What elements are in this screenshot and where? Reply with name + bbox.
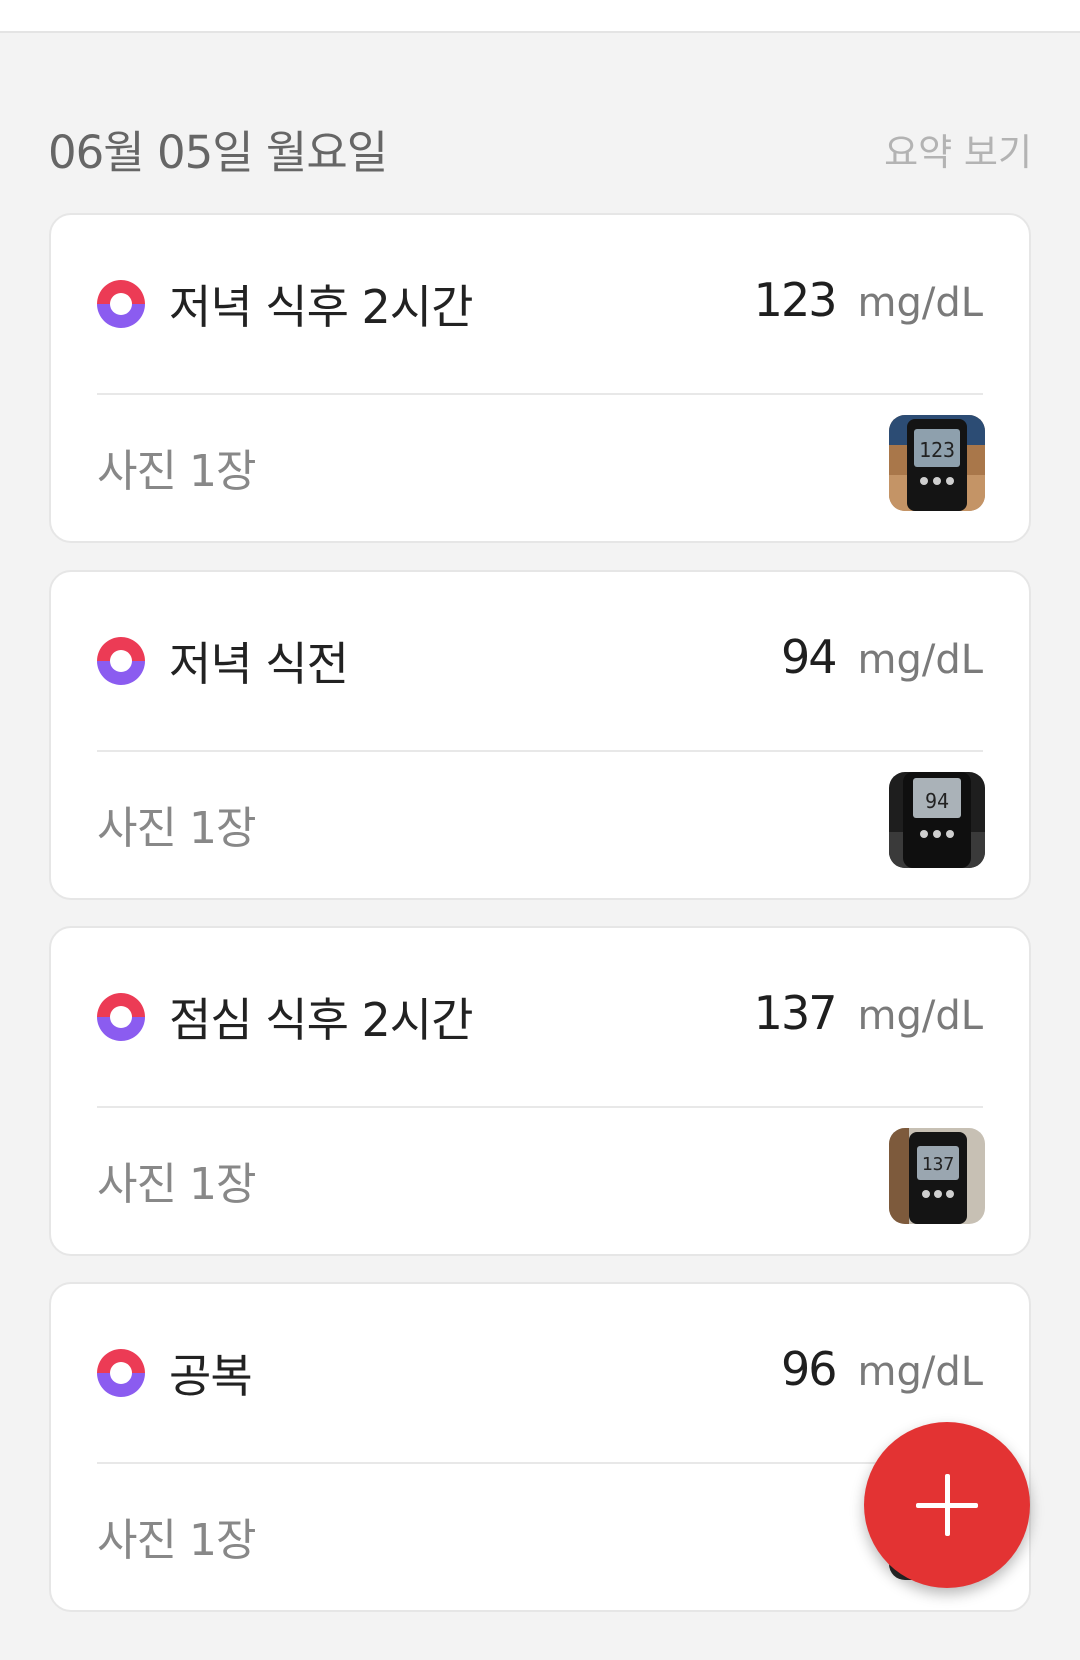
photo-count: 사진 1장: [97, 803, 256, 854]
photo-count: 사진 1장: [97, 1159, 256, 1210]
divider: [97, 1462, 983, 1464]
measurement-dot-icon: [97, 280, 145, 328]
measurement-label: 점심 식후 2시간: [169, 993, 473, 1047]
record-header: 저녁 식전 94 mg/dL: [97, 572, 983, 750]
measurement-label: 공복: [169, 1349, 253, 1403]
glucose-unit: mg/dL: [857, 1349, 983, 1395]
glucose-unit: mg/dL: [857, 280, 983, 326]
svg-text:137: 137: [922, 1154, 955, 1175]
glucose-value: 96: [780, 1342, 838, 1396]
glucometer-photo-thumbnail[interactable]: 137: [889, 1128, 985, 1224]
top-app-bar: [0, 0, 1080, 33]
glucose-unit: mg/dL: [857, 993, 983, 1039]
glucometer-photo-thumbnail[interactable]: 123: [889, 415, 985, 511]
record-header: 점심 식후 2시간 137 mg/dL: [97, 928, 983, 1106]
glucose-reading: 123 mg/dL: [754, 273, 983, 327]
summary-view-link[interactable]: 요약 보기: [884, 122, 1032, 176]
divider: [97, 750, 983, 752]
record-header: 공복 96 mg/dL: [97, 1284, 983, 1462]
add-record-button[interactable]: [864, 1422, 1030, 1588]
date-title: 06월 05일 월요일: [48, 126, 388, 179]
divider: [97, 1106, 983, 1108]
measurement-label: 저녁 식후 2시간: [169, 280, 473, 334]
glucose-reading: 94 mg/dL: [781, 630, 983, 684]
record-header: 저녁 식후 2시간 123 mg/dL: [97, 215, 983, 393]
measurement-label: 저녁 식전: [169, 637, 349, 691]
glucose-record-card[interactable]: 저녁 식전 94 mg/dL 사진 1장 94: [49, 570, 1031, 900]
date-header: 06월 05일 월요일 요약 보기: [48, 108, 1032, 179]
glucose-record-card[interactable]: 저녁 식후 2시간 123 mg/dL 사진 1장 123: [49, 213, 1031, 543]
glucose-record-card[interactable]: 점심 식후 2시간 137 mg/dL 사진 1장 137: [49, 926, 1031, 1256]
svg-text:94: 94: [925, 789, 949, 813]
measurement-dot-icon: [97, 637, 145, 685]
glucometer-photo-thumbnail[interactable]: 94: [889, 772, 985, 868]
plus-icon: [945, 1474, 950, 1536]
glucose-value: 137: [753, 986, 838, 1040]
measurement-dot-icon: [97, 993, 145, 1041]
glucose-record-card[interactable]: 공복 96 mg/dL 사진 1장: [49, 1282, 1031, 1612]
photo-count: 사진 1장: [97, 446, 256, 497]
divider: [97, 393, 983, 395]
svg-text:123: 123: [919, 438, 955, 462]
measurement-dot-icon: [97, 1349, 145, 1397]
glucose-unit: mg/dL: [857, 637, 983, 683]
photo-count: 사진 1장: [97, 1515, 256, 1566]
glucose-reading: 96 mg/dL: [781, 1342, 983, 1396]
glucose-value: 94: [780, 630, 838, 684]
glucose-reading: 137 mg/dL: [754, 986, 983, 1040]
glucose-value: 123: [753, 273, 838, 327]
